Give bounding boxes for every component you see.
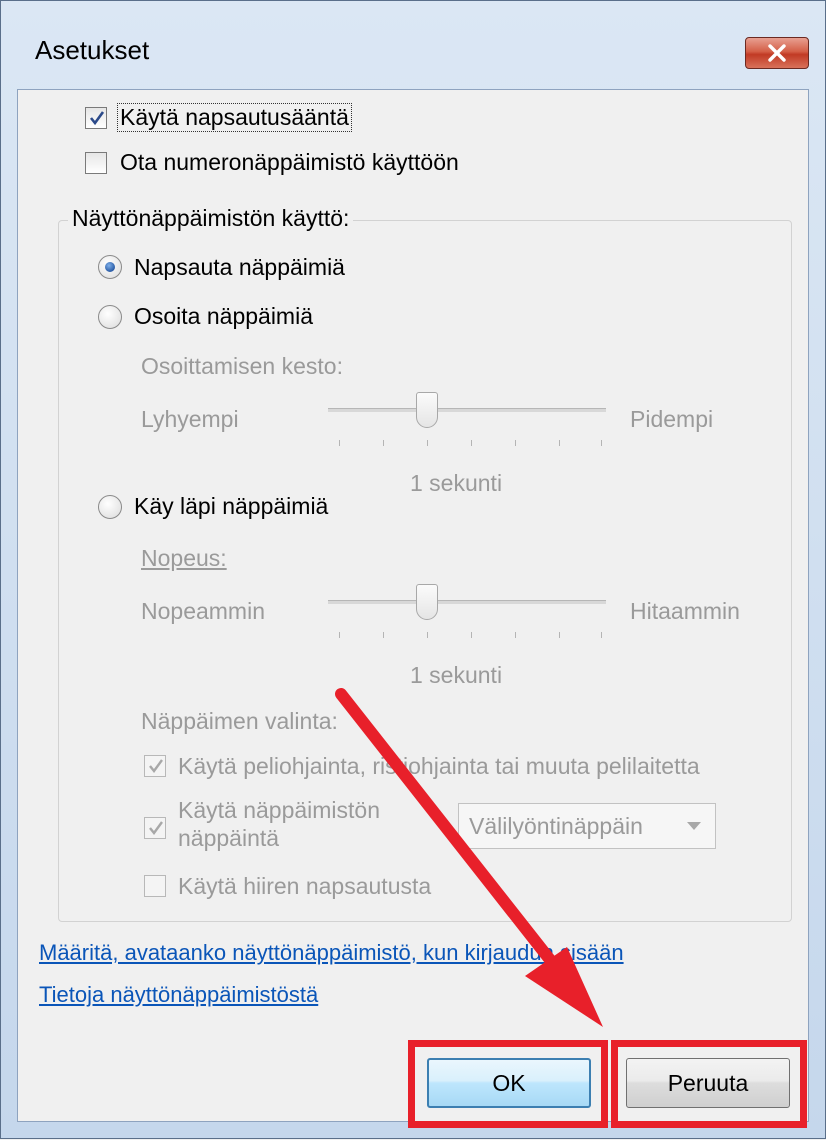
settings-dialog: Asetukset Käytä napsautusääntä Ota numer…	[0, 0, 826, 1139]
arrow-shaft	[335, 688, 579, 995]
red-arrow-annotation	[335, 688, 603, 1027]
arrow-head	[525, 947, 603, 1027]
